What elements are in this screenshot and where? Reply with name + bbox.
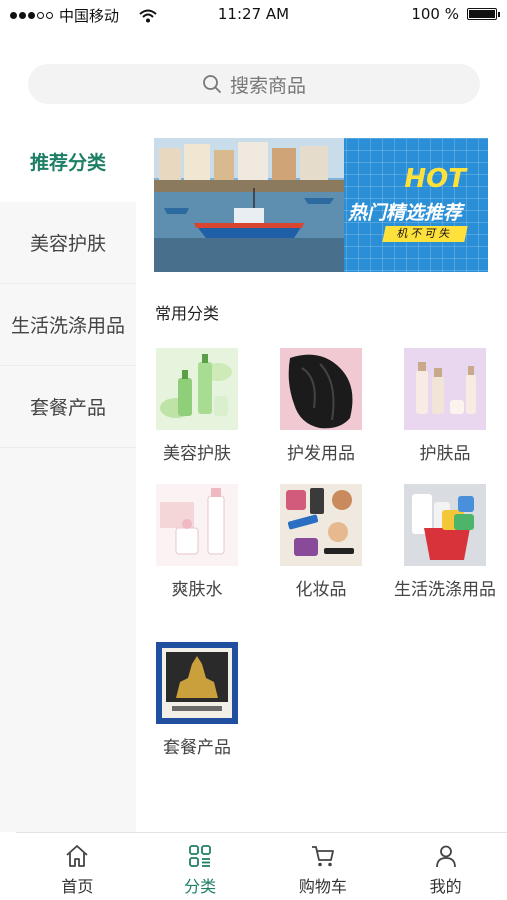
category-label: 美容护肤	[163, 444, 231, 464]
tab-label: 我的	[429, 877, 462, 896]
banner-hot-label: HOT	[404, 164, 466, 194]
search-icon	[203, 75, 221, 93]
hair-image	[280, 348, 362, 430]
category-item-package[interactable]: 套餐产品	[142, 642, 252, 760]
category-sidebar: 推荐分类 美容护肤 生活洗涤用品 套餐产品	[0, 120, 136, 832]
tab-profile[interactable]: 我的	[384, 833, 507, 900]
search-bar[interactable]: 搜索商品	[28, 64, 480, 104]
category-item-haircare[interactable]: 护发用品	[266, 348, 376, 466]
category-label: 护发用品	[287, 444, 355, 464]
banner-title: 热门精选推荐	[347, 202, 462, 224]
skincare-products-image	[404, 348, 486, 430]
category-item-skincare[interactable]: 护肤品	[390, 348, 500, 466]
category-label: 套餐产品	[163, 738, 231, 758]
category-label: 护肤品	[419, 444, 471, 464]
promo-banner[interactable]: HOT 热门精选推荐 机不可失	[154, 138, 488, 272]
category-item-beauty[interactable]: 美容护肤	[142, 348, 252, 466]
sidebar-item-label: 推荐分类	[29, 151, 106, 174]
user-icon	[435, 845, 456, 868]
bottom-tab-bar: 首页 分类 购物车 我的	[16, 832, 507, 900]
status-right: 100 %	[411, 5, 500, 23]
tab-label: 购物车	[298, 877, 347, 896]
status-bar: 中国移动 11:27 AM 100 %	[0, 0, 507, 30]
sidebar-item-recommended[interactable]: 推荐分类	[0, 120, 136, 202]
banner-tag: 机不可失	[382, 226, 468, 242]
battery-percent: 100 %	[411, 5, 459, 23]
category-item-toner[interactable]: 爽肤水	[142, 484, 252, 602]
cleaning-supplies-image	[404, 484, 486, 566]
toner-bottles-image	[156, 484, 238, 566]
category-content: HOT 热门精选推荐 机不可失 常用分类 美容护肤 护发用品 护肤品 爽肤水 化…	[136, 120, 507, 832]
skincare-bottles-image	[156, 348, 238, 430]
category-label: 化妆品	[295, 580, 347, 600]
tab-label: 首页	[61, 877, 94, 896]
sidebar-item-label: 套餐产品	[29, 397, 106, 419]
section-title: 常用分类	[155, 304, 220, 323]
tab-label: 分类	[184, 877, 217, 896]
sidebar-item-beauty[interactable]: 美容护肤	[0, 202, 136, 284]
search-placeholder: 搜索商品	[229, 74, 306, 97]
sidebar-item-label: 美容护肤	[29, 233, 106, 255]
sidebar-item-household[interactable]: 生活洗涤用品	[0, 284, 136, 366]
category-icon	[189, 845, 212, 867]
sidebar-item-package[interactable]: 套餐产品	[0, 366, 136, 448]
tab-category[interactable]: 分类	[139, 833, 262, 900]
makeup-image	[280, 484, 362, 566]
category-item-household[interactable]: 生活洗涤用品	[390, 484, 500, 602]
category-label: 爽肤水	[171, 580, 223, 600]
category-label: 生活洗涤用品	[394, 580, 496, 600]
tab-home[interactable]: 首页	[16, 833, 139, 900]
category-item-makeup[interactable]: 化妆品	[266, 484, 376, 602]
battery-icon	[467, 8, 500, 20]
tab-cart[interactable]: 购物车	[262, 833, 385, 900]
sidebar-item-label: 生活洗涤用品	[10, 315, 125, 337]
package-products-image	[156, 642, 238, 724]
harbor-boat-image	[154, 138, 344, 272]
home-icon	[66, 845, 88, 867]
cart-icon	[311, 846, 334, 867]
